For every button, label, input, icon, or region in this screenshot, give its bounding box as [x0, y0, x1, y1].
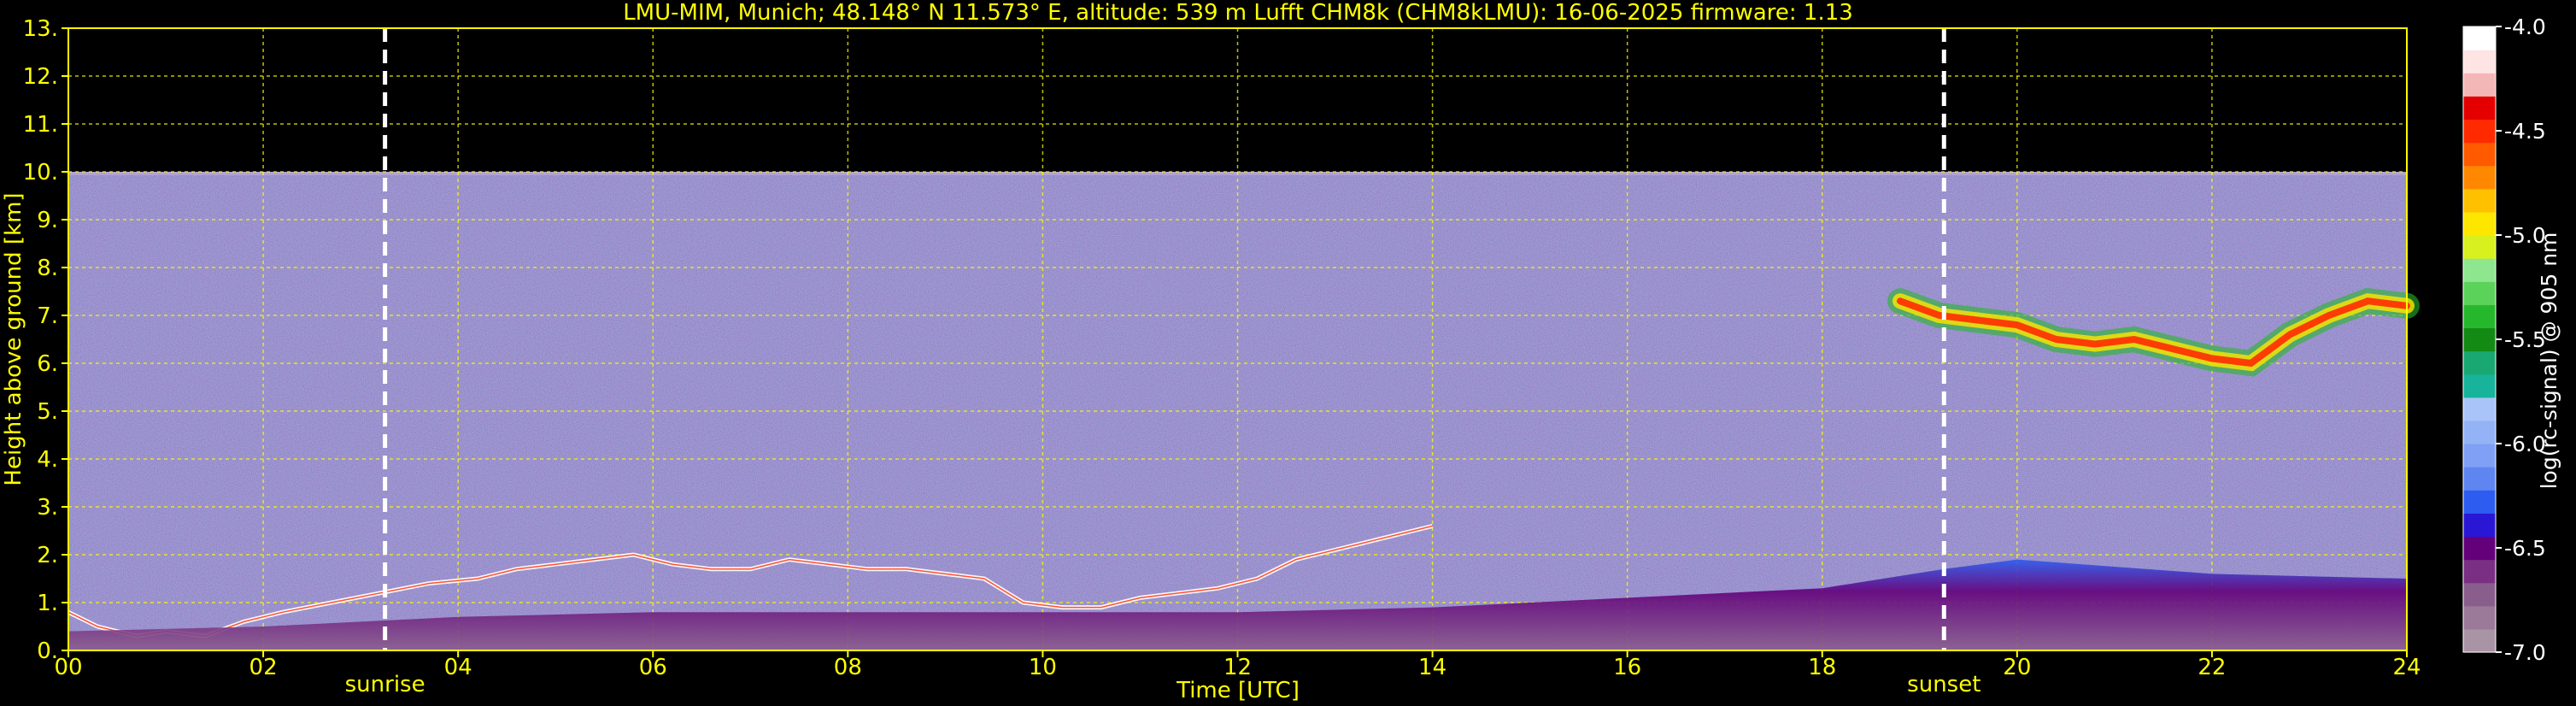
colorbar-swatch-17: [2463, 235, 2496, 259]
colorbar-tick--4.0: -4.0: [2504, 15, 2546, 39]
x-tick-02: 02: [249, 655, 278, 680]
y-tick-12: 12.: [23, 64, 58, 90]
colorbar-swatch-14: [2463, 304, 2496, 329]
colorbar-swatch-20: [2463, 165, 2496, 190]
y-tick-3: 3.: [37, 495, 58, 521]
y-tick-9: 9.: [37, 208, 58, 233]
x-tick-24: 24: [2392, 655, 2421, 680]
colorbar-label: log(rc-signal) @ 905 nm: [2537, 232, 2561, 490]
y-tick-8: 8.: [37, 256, 58, 281]
colorbar-swatch-5: [2463, 513, 2496, 538]
colorbar-swatch-11: [2463, 374, 2496, 398]
colorbar-swatch-19: [2463, 188, 2496, 213]
x-tick-10: 10: [1029, 655, 1057, 680]
x-tick-08: 08: [834, 655, 862, 680]
x-tick-14: 14: [1418, 655, 1446, 680]
colorbar-swatch-12: [2463, 350, 2496, 375]
colorbar-swatch-21: [2463, 142, 2496, 167]
colorbar-swatch-9: [2463, 420, 2496, 444]
y-tick-5: 5.: [37, 399, 58, 425]
x-tick-06: 06: [639, 655, 667, 680]
sunset-label: sunset: [1907, 672, 1980, 697]
y-tick-13: 13.: [23, 16, 58, 42]
colorbar-swatch-26: [2463, 26, 2496, 50]
y-axis-label: Height above ground [km]: [1, 192, 26, 485]
y-tick-2: 2.: [37, 543, 58, 568]
colorbar-tick--7.0: -7.0: [2504, 640, 2546, 665]
colorbar-swatch-10: [2463, 397, 2496, 421]
colorbar-swatch-2: [2463, 582, 2496, 607]
y-tick-10: 10.: [23, 160, 58, 185]
x-tick-22: 22: [2198, 655, 2226, 680]
colorbar-swatch-1: [2463, 605, 2496, 630]
colorbar-swatch-0: [2463, 628, 2496, 653]
y-tick-1: 1.: [37, 591, 58, 616]
colorbar-swatch-16: [2463, 258, 2496, 282]
sunrise-label: sunrise: [345, 672, 425, 697]
colorbar-swatch-24: [2463, 73, 2496, 97]
x-axis-label: Time [UTC]: [1176, 678, 1300, 703]
x-tick-18: 18: [1808, 655, 1836, 680]
x-tick-20: 20: [2003, 655, 2031, 680]
x-tick-00: 00: [54, 655, 82, 680]
y-tick-11: 11.: [23, 112, 58, 138]
y-tick-6: 6.: [37, 351, 58, 377]
colorbar-swatch-13: [2463, 327, 2496, 352]
ceilometer-chart: LMU-MIM, Munich; 48.148° N 11.573° E, al…: [0, 0, 2576, 706]
colorbar-swatch-25: [2463, 50, 2496, 74]
x-tick-04: 04: [444, 655, 472, 680]
y-tick-4: 4.: [37, 447, 58, 473]
colorbar-swatch-4: [2463, 536, 2496, 561]
colorbar-swatch-3: [2463, 559, 2496, 584]
colorbar-swatch-23: [2463, 96, 2496, 121]
chart-title: LMU-MIM, Munich; 48.148° N 11.573° E, al…: [623, 0, 1853, 26]
colorbar: [2462, 26, 2497, 653]
y-tick-7: 7.: [37, 303, 58, 329]
x-tick-16: 16: [1613, 655, 1641, 680]
colorbar-tick--6.5: -6.5: [2504, 536, 2546, 561]
colorbar-swatch-8: [2463, 444, 2496, 468]
colorbar-swatch-6: [2463, 490, 2496, 514]
colorbar-swatch-15: [2463, 281, 2496, 305]
colorbar-tick--4.5: -4.5: [2504, 119, 2546, 144]
colorbar-swatch-18: [2463, 211, 2496, 236]
colorbar-swatch-22: [2463, 119, 2496, 144]
x-tick-12: 12: [1223, 655, 1252, 680]
y-tick-0: 0.: [37, 638, 58, 664]
colorbar-swatch-7: [2463, 467, 2496, 491]
